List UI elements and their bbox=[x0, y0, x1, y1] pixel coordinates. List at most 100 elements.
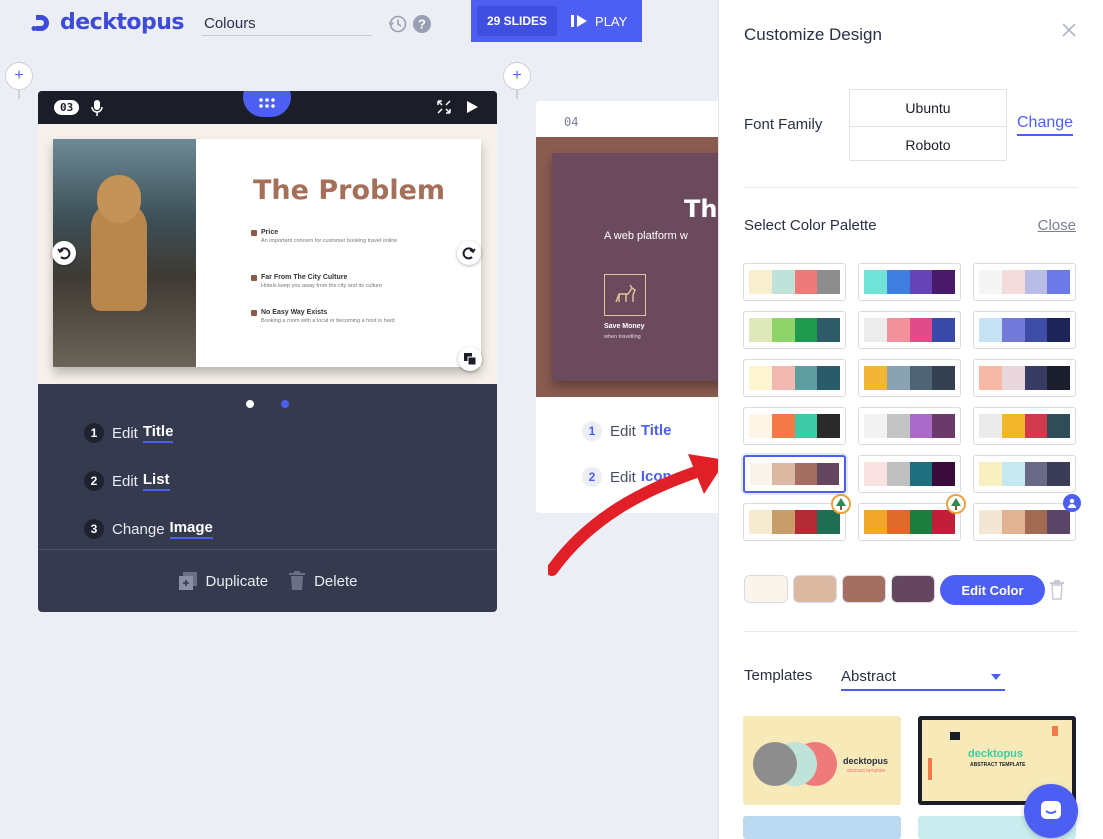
color-palette-option[interactable] bbox=[858, 263, 961, 301]
color-palette-option[interactable] bbox=[858, 311, 961, 349]
todo-target[interactable]: Title bbox=[142, 423, 174, 443]
templates-dropdown[interactable]: Abstract bbox=[841, 664, 1005, 691]
color-palette-option[interactable] bbox=[973, 455, 1076, 493]
palette-swatch bbox=[1024, 318, 1048, 342]
todo-number: 3 bbox=[84, 519, 104, 539]
palette-swatch bbox=[979, 366, 1002, 390]
palette-swatch bbox=[932, 270, 955, 294]
palette-swatch bbox=[817, 270, 840, 294]
slide-todo-list: 1 Edit Title 2 Edit List 3 Change Image bbox=[84, 409, 213, 553]
play-slide-icon[interactable] bbox=[465, 100, 479, 114]
palette-swatch bbox=[864, 510, 887, 534]
add-slide-between-button[interactable]: + bbox=[503, 62, 531, 99]
todo-action: Change bbox=[112, 520, 165, 538]
close-icon[interactable] bbox=[1061, 22, 1077, 38]
palette-swatch bbox=[1001, 318, 1025, 342]
template-thumbnail[interactable] bbox=[743, 816, 901, 839]
todo-target[interactable]: Title bbox=[641, 422, 672, 440]
undo-icon bbox=[57, 247, 71, 260]
bullet-body: Hotels keep you away from the city and i… bbox=[261, 283, 383, 289]
redo-layout-button[interactable] bbox=[457, 241, 481, 265]
palette-swatch bbox=[932, 366, 955, 390]
todo-change-image[interactable]: 3 Change Image bbox=[84, 505, 213, 553]
color-palette-option[interactable] bbox=[743, 455, 846, 493]
palette-swatch bbox=[979, 462, 1002, 486]
todo-target[interactable]: Image bbox=[169, 519, 213, 539]
palette-swatch bbox=[749, 414, 772, 438]
slide-preview[interactable]: Save Money when travelling bbox=[552, 153, 726, 381]
color-palette-option[interactable] bbox=[858, 359, 961, 397]
color-palette-option[interactable] bbox=[858, 407, 961, 445]
current-color-swatch[interactable] bbox=[842, 575, 886, 603]
color-palette-option[interactable] bbox=[973, 359, 1076, 397]
slide-subtitle: A web platform w bbox=[604, 230, 688, 242]
slide-bullet[interactable]: Price An important concern for customer … bbox=[251, 229, 441, 246]
layout-options-button[interactable] bbox=[458, 347, 482, 371]
help-icon[interactable]: ? bbox=[412, 14, 432, 34]
font-family-preview[interactable]: Ubuntu Roboto bbox=[849, 89, 1007, 161]
color-palette-option[interactable] bbox=[973, 311, 1076, 349]
chat-support-button[interactable] bbox=[1024, 784, 1078, 838]
close-palette-link[interactable]: Close bbox=[1038, 217, 1076, 234]
slide-preview[interactable]: The Problem Price An important concern f… bbox=[53, 139, 481, 367]
template-thumbnail[interactable]: decktopus abstract template bbox=[743, 716, 901, 805]
slide-title[interactable]: Th bbox=[684, 195, 717, 223]
color-palette-option[interactable] bbox=[743, 407, 846, 445]
tree-icon bbox=[831, 494, 851, 514]
microphone-icon[interactable] bbox=[90, 99, 104, 117]
customize-design-panel: Customize Design Font Family Ubuntu Robo… bbox=[718, 0, 1103, 839]
color-palette-option[interactable] bbox=[743, 263, 846, 301]
template-brand: decktopus bbox=[968, 748, 1024, 760]
palette-swatch bbox=[817, 366, 840, 390]
history-icon[interactable] bbox=[388, 14, 408, 34]
edit-color-button[interactable]: Edit Color bbox=[940, 575, 1045, 605]
play-button[interactable]: PLAY bbox=[557, 14, 627, 29]
slide-card-03[interactable]: 03 The Problem Price An important concer… bbox=[38, 91, 497, 612]
color-palette-option[interactable] bbox=[743, 494, 851, 541]
palette-swatch bbox=[1047, 510, 1070, 534]
slide-title[interactable]: The Problem bbox=[253, 175, 445, 206]
undo-layout-button[interactable] bbox=[52, 241, 76, 265]
color-palette-option[interactable] bbox=[858, 455, 961, 493]
current-color-swatch[interactable] bbox=[793, 575, 837, 603]
palette-swatch bbox=[886, 366, 910, 390]
change-font-link[interactable]: Change bbox=[1017, 114, 1074, 136]
color-palette-option[interactable] bbox=[973, 263, 1076, 301]
todo-edit-title[interactable]: 1 Edit Title bbox=[84, 409, 213, 457]
drag-handle[interactable] bbox=[243, 91, 291, 117]
slide-bullet[interactable]: No Easy Way Exists Booking a room with a… bbox=[251, 309, 441, 326]
trash-icon[interactable] bbox=[1049, 580, 1065, 600]
slide-canvas: The Problem Price An important concern f… bbox=[38, 124, 497, 408]
presentation-title-input[interactable] bbox=[202, 12, 372, 36]
color-palette-option[interactable] bbox=[858, 494, 966, 541]
dog-icon-box[interactable] bbox=[604, 274, 646, 316]
fullscreen-icon[interactable] bbox=[437, 100, 451, 114]
pagination-dot[interactable] bbox=[246, 400, 254, 408]
slide-bullet[interactable]: Far From The City Culture Hotels keep yo… bbox=[251, 274, 441, 291]
pagination-dot-active[interactable] bbox=[281, 400, 289, 408]
color-palette-option[interactable] bbox=[743, 359, 846, 397]
current-color-swatch[interactable] bbox=[744, 575, 788, 603]
palette-swatch bbox=[932, 318, 955, 342]
add-slide-before-button[interactable]: + bbox=[5, 62, 33, 99]
slides-play-button[interactable]: 29 SLIDES PLAY bbox=[471, 0, 642, 42]
logo[interactable]: decktopus bbox=[30, 10, 184, 35]
color-palette-option[interactable] bbox=[973, 494, 1081, 541]
color-palette-option[interactable] bbox=[973, 407, 1076, 445]
todo-number: 1 bbox=[582, 421, 602, 441]
template-brand: decktopus bbox=[843, 756, 889, 766]
color-palette-option[interactable] bbox=[743, 311, 846, 349]
slide-number: 03 bbox=[54, 100, 80, 115]
palette-swatch bbox=[909, 414, 933, 438]
palette-swatch bbox=[1001, 414, 1025, 438]
palette-swatch bbox=[1001, 510, 1025, 534]
palette-swatch bbox=[1047, 318, 1070, 342]
box-icon bbox=[251, 309, 257, 316]
brand-name: decktopus bbox=[60, 10, 184, 35]
slides-count[interactable]: 29 SLIDES bbox=[477, 6, 558, 36]
current-color-swatch[interactable] bbox=[891, 575, 935, 603]
delete-button[interactable]: Delete bbox=[288, 571, 357, 591]
duplicate-button[interactable]: Duplicate bbox=[178, 571, 268, 591]
todo-edit-list[interactable]: 2 Edit List bbox=[84, 457, 213, 505]
todo-target[interactable]: List bbox=[142, 471, 170, 491]
